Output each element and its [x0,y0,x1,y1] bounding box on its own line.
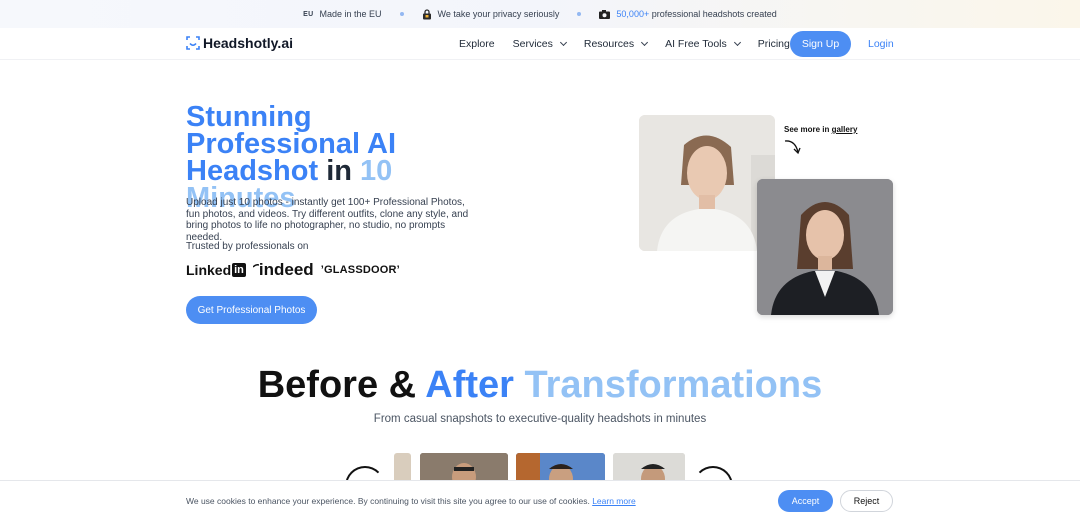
linkedin-logo-box: in [232,263,246,277]
lock-icon [422,8,431,19]
indeed-logo-text: indeed [258,260,314,279]
chevron-down-icon [559,38,567,47]
made-in-eu-text: Made in the EU [319,9,382,19]
cookie-message: We use cookies to enhance your experienc… [186,496,636,506]
separator-dot [577,12,582,16]
privacy-text: We take your privacy seriously [437,9,560,19]
thumbnail-image [613,453,685,483]
logo[interactable]: Headshotly.ai [186,35,293,51]
hero-title: Stunning Professional AI Headshot in 10 … [186,103,486,213]
hero-title-part2: in [326,155,352,187]
after-photo [757,179,893,315]
transformations-title-b: After [425,364,514,406]
gallery-link[interactable]: gallery [832,125,858,134]
nav-pricing-label: Pricing [757,38,790,50]
nav-services[interactable]: Services [512,38,567,50]
camera-icon [599,9,611,19]
nav-resources-label: Resources [583,38,635,50]
glassdoor-mark-icon: ’ [396,264,400,276]
announcement-bar: EU Made in the EU We take your privacy s… [0,0,1080,28]
transformations-title-c: Transformations [524,364,823,406]
see-more-text: See more in [784,125,830,134]
thumbnail[interactable] [516,453,605,483]
chevron-down-icon [641,38,649,47]
accept-cookies-button[interactable]: Accept [778,490,833,512]
login-link[interactable]: Login [868,38,894,50]
eu-badge-icon: EU [303,10,314,18]
logo-text: Headshotly.ai [203,35,293,51]
transformations-title: Before & After Transformations [0,364,1080,407]
curved-arrow-icon [784,140,801,155]
linkedin-logo: Linked in [186,262,246,278]
nav-links: Explore Services Resources AI Free Tools… [459,28,808,60]
cookie-text: We use cookies to enhance your experienc… [186,496,590,506]
nav-services-label: Services [512,38,553,50]
thumbnail[interactable] [613,453,685,483]
transformations-title-a: Before & [257,364,417,406]
nav-pricing[interactable]: Pricing [758,38,790,50]
get-professional-photos-button[interactable]: Get Professional Photos [186,296,317,324]
nav-explore-label: Explore [459,38,495,50]
cookie-banner: We use cookies to enhance your experienc… [0,480,1080,520]
nav-ai-free-tools[interactable]: AI Free Tools [665,38,741,50]
trusted-by-text: Trusted by professionals on [186,241,309,252]
signup-button[interactable]: Sign Up [790,31,851,57]
headshot-count: 50,000+ professional headshots created [599,9,777,19]
transformations-subtitle: From casual snapshots to executive-quali… [373,413,707,425]
linkedin-logo-text: Linked [186,262,232,278]
professional-headshot-image [757,179,893,315]
separator-dot [399,12,404,16]
indeed-logo: indeed [252,260,314,280]
thumbnail[interactable] [420,453,508,483]
see-more-gallery: See more in gallery [784,125,857,134]
made-in-eu: EU Made in the EU [303,9,381,19]
count-value: 50,000+ [616,9,650,19]
navbar: Headshotly.ai Explore Services Resources… [0,28,1080,60]
glassdoor-logo-text: GLASSDOOR [323,264,397,276]
privacy-note: We take your privacy seriously [422,8,560,20]
learn-more-link[interactable]: Learn more [592,496,635,506]
reject-cookies-button[interactable]: Reject [840,490,893,512]
nav-resources[interactable]: Resources [583,38,649,50]
count-suffix: professional headshots created [651,9,777,19]
thumbnail-image [516,453,605,483]
hero-description: Upload just 10 photos - instantly get 10… [186,197,469,243]
casual-selfie-image [639,115,775,251]
thumbnail[interactable] [394,453,411,483]
chevron-down-icon [733,38,741,47]
before-photo [639,115,775,251]
logo-icon [186,36,200,50]
glassdoor-logo: ’GLASSDOOR’ [321,264,400,276]
brand-logos: Linked in indeed ’GLASSDOOR’ [186,260,400,280]
nav-ai-free-tools-label: AI Free Tools [665,38,727,50]
thumbnail-image [420,453,508,483]
nav-explore[interactable]: Explore [459,38,495,50]
